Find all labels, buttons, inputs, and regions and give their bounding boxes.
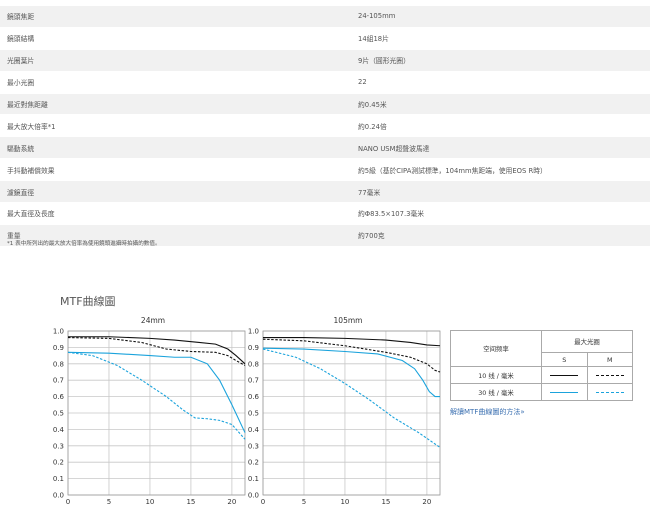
y-tick-label: 0.9	[248, 344, 259, 352]
mtf-chart-105mm: 0.0 0.1 0.2 0.3 0.4 0.5 0.6 0.7 0.8 0.9 1.0 0 5 10 15 2…	[248, 328, 441, 506]
mtf-title: MTF曲線圖	[60, 295, 116, 308]
spec-value: 22	[347, 71, 650, 94]
footnote: *1 表中所列出的最大放大倍率為使用鏡頭進攝時拍攝的數值。	[7, 241, 161, 247]
spec-label: 手抖動補償效果	[0, 158, 347, 182]
x-tick-label: 15	[186, 498, 195, 506]
series-line	[67, 351, 246, 440]
x-tick-label: 0	[66, 498, 70, 506]
legend-row-30: 30 线 / 毫米	[450, 383, 542, 401]
spec-value: 24-105mm	[347, 6, 650, 28]
legend-col-m: M	[586, 352, 633, 367]
series-line	[67, 337, 246, 366]
x-tick-label: 20	[227, 498, 236, 506]
y-tick-label: 0.8	[53, 360, 64, 368]
spec-value: 9片（圓形光圈）	[347, 49, 650, 72]
spec-row: 最大直徑及長度 約Φ83.5×107.3毫米	[0, 202, 650, 225]
spec-value: 約0.24倍	[347, 114, 650, 138]
legend-swatch-30-m	[586, 383, 633, 401]
x-tick-label: 5	[302, 498, 306, 506]
spec-row: 濾鏡直徑 77毫米	[0, 180, 650, 204]
series-line	[262, 347, 440, 398]
spec-row: 光圈葉片 9片（圓形光圈）	[0, 49, 650, 72]
x-tick-label: 10	[340, 498, 349, 506]
y-tick-label: 0.2	[248, 459, 259, 467]
x-tick-label: 5	[107, 498, 111, 506]
series-line	[263, 337, 441, 347]
spec-table: 鏡頭焦距 24-105mm 鏡頭結構 14組18片 光圈葉片 9片（圓形光圈） 最小光圈 22…	[0, 6, 650, 247]
x-tick-label: 20	[422, 498, 431, 506]
chart-title-24mm: 24mm	[140, 316, 166, 325]
spec-value: 14組18片	[347, 27, 650, 50]
mtf-legend: 空间频率 最大光圈 S M 10 线 / 毫米 30 线 / 毫米	[450, 330, 633, 401]
x-tick-label: 10	[145, 498, 154, 506]
legend-aperture-header: 最大光圈	[541, 330, 633, 353]
y-tick-label: 1.0	[53, 328, 64, 336]
y-tick-label: 0.9	[53, 344, 64, 352]
y-tick-label: 0.4	[248, 426, 260, 434]
spec-label: 鏡頭結構	[0, 27, 347, 50]
spec-label: 最大放大倍率*1	[0, 114, 347, 138]
y-tick-label: 1.0	[248, 328, 259, 336]
y-tick-label: 0.0	[53, 492, 64, 500]
y-tick-label: 0.7	[53, 377, 64, 385]
spec-label: 最小光圈	[0, 71, 347, 94]
legend-swatch-10-m	[586, 366, 633, 384]
legend-swatch-30-s	[541, 383, 588, 401]
legend-row-10: 10 线 / 毫米	[450, 366, 542, 384]
y-tick-label: 0.1	[248, 475, 259, 483]
chart-title-105mm: 105mm	[333, 316, 363, 325]
spec-value: 約5級（基於CIPA測試標準，104mm焦距端，使用EOS R時）	[347, 158, 650, 182]
spec-row: 最近對焦距離 約0.45米	[0, 93, 650, 116]
spec-label: 最大直徑及長度	[0, 202, 347, 225]
spec-value: 約0.45米	[347, 93, 650, 116]
spec-label: 最近對焦距離	[0, 93, 347, 116]
y-tick-label: 0.6	[53, 393, 65, 401]
spec-row: 最小光圈 22	[0, 71, 650, 94]
y-tick-label: 0.3	[53, 442, 64, 450]
y-tick-label: 0.3	[248, 442, 259, 450]
spec-row: 鏡頭焦距 24-105mm	[0, 6, 650, 28]
spec-row: 驅動系統 NANO USM超聲波馬達	[0, 136, 650, 160]
y-tick-label: 0.7	[248, 377, 259, 385]
spec-label: 驅動系統	[0, 136, 347, 160]
legend-col-s: S	[541, 352, 588, 367]
legend-freq-header: 空间频率	[450, 330, 542, 367]
y-tick-label: 0.4	[53, 426, 65, 434]
spec-value: 約Φ83.5×107.3毫米	[347, 202, 650, 225]
spec-label: 光圈葉片	[0, 49, 347, 72]
legend-swatch-10-s	[541, 366, 588, 384]
spec-value: 77毫米	[347, 180, 650, 204]
spec-row: 最大放大倍率*1 約0.24倍	[0, 114, 650, 138]
spec-row: 鏡頭結構 14組18片	[0, 27, 650, 50]
spec-row: 手抖動補償效果 約5級（基於CIPA測試標準，104mm焦距端，使用EOS R時）	[0, 158, 650, 182]
series-line	[262, 338, 441, 373]
y-tick-label: 0.8	[248, 360, 259, 368]
mtf-chart-24mm: 0.0 0.1 0.2 0.3 0.4 0.5 0.6 0.7 0.8 0.9 1.0 0 5 10 15 2…	[53, 328, 246, 506]
y-tick-label: 0.0	[248, 492, 259, 500]
y-tick-label: 0.2	[53, 459, 64, 467]
series-line	[68, 336, 246, 365]
x-tick-label: 0	[261, 498, 265, 506]
y-tick-label: 0.1	[53, 475, 64, 483]
spec-value: 約700克	[347, 224, 650, 247]
y-tick-label: 0.6	[248, 393, 260, 401]
x-tick-label: 15	[381, 498, 390, 506]
spec-label: 鏡頭焦距	[0, 6, 347, 28]
y-tick-label: 0.5	[248, 410, 259, 418]
y-tick-label: 0.5	[53, 410, 64, 418]
spec-value: NANO USM超聲波馬達	[347, 136, 650, 160]
mtf-howto-link[interactable]: 解讀MTF曲線圖的方法»	[450, 407, 525, 417]
spec-label: 濾鏡直徑	[0, 180, 347, 204]
